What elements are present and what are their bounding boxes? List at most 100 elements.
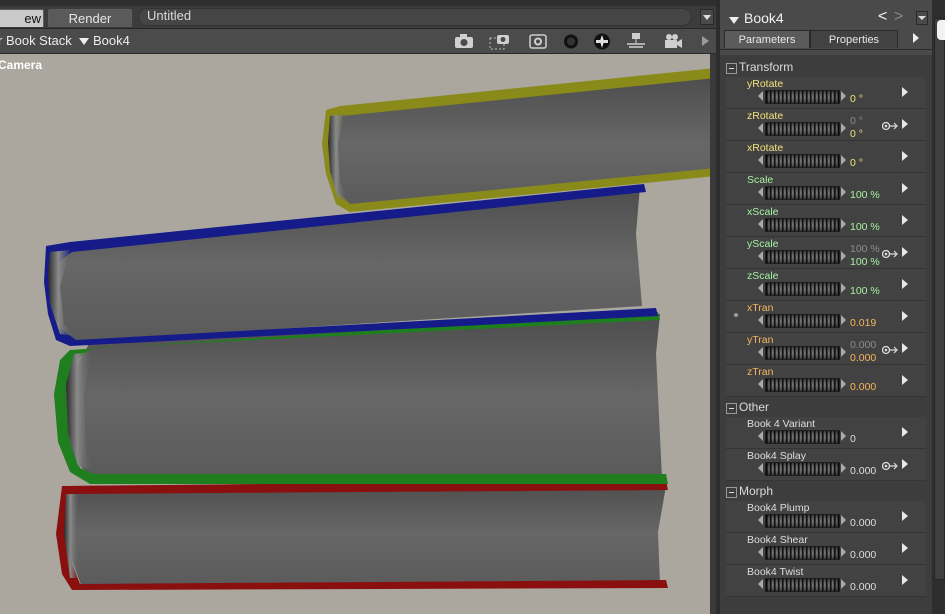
next-object-icon[interactable]: > [894,8,903,26]
play-arrow-icon[interactable] [694,32,709,50]
param-menu-arrow-icon[interactable] [902,119,908,129]
param-dial[interactable] [765,346,840,360]
decrement-arrow-icon[interactable] [758,379,763,389]
decrement-arrow-icon[interactable] [758,123,763,133]
tab-scroll-arrow-icon[interactable] [913,33,919,43]
param-menu-arrow-icon[interactable] [902,427,908,437]
param-dial[interactable] [765,546,840,560]
param-dial[interactable] [765,122,840,136]
render-sphere-icon[interactable] [560,32,582,50]
book-1-red[interactable] [56,480,668,590]
panel-scrollbar-thumb[interactable] [934,18,945,580]
decrement-arrow-icon[interactable] [758,431,763,441]
increment-arrow-icon[interactable] [841,547,846,557]
param-value[interactable]: 0.000 [850,352,876,364]
decrement-arrow-icon[interactable] [758,187,763,197]
param-dial[interactable] [765,578,840,592]
3d-viewport[interactable]: Camera [0,54,716,614]
param-menu-arrow-icon[interactable] [902,311,908,321]
camera-dolly-icon[interactable] [625,32,647,50]
collapse-triangle-icon[interactable] [729,17,739,24]
param-dial[interactable] [765,282,840,296]
param-dial[interactable] [765,218,840,232]
tab-render[interactable]: Render [48,9,132,27]
param-value[interactable]: 100 % [850,285,880,297]
increment-arrow-icon[interactable] [841,155,846,165]
panel-title[interactable]: Book4 [744,10,784,26]
param-value[interactable]: 0 [850,433,856,445]
param-value[interactable]: 0.019 [850,317,876,329]
param-menu-arrow-icon[interactable] [902,511,908,521]
param-value[interactable]: 0.000 [850,549,876,561]
param-dial[interactable] [765,250,840,264]
param-dial[interactable] [765,430,840,444]
increment-arrow-icon[interactable] [841,91,846,101]
camera-select-icon[interactable] [489,32,511,50]
param-value[interactable]: 0.000 [850,465,876,477]
increment-arrow-icon[interactable] [841,463,846,473]
increment-arrow-icon[interactable] [841,431,846,441]
increment-arrow-icon[interactable] [841,283,846,293]
param-menu-arrow-icon[interactable] [902,375,908,385]
decrement-arrow-icon[interactable] [758,219,763,229]
param-value[interactable]: 100 % [850,221,880,233]
dependency-link-icon[interactable] [882,249,900,259]
decrement-arrow-icon[interactable] [758,91,763,101]
param-value[interactable]: 0 ° [850,157,863,169]
side-panel-edge[interactable] [937,20,945,40]
increment-arrow-icon[interactable] [841,123,846,133]
scene-selector[interactable]: r Book Stack [0,32,72,50]
param-menu-arrow-icon[interactable] [902,543,908,553]
param-menu-arrow-icon[interactable] [902,343,908,353]
previous-object-icon[interactable]: < [878,8,887,26]
group-transform[interactable]: Transform [720,59,932,77]
movie-camera-icon[interactable] [662,32,684,50]
param-value[interactable]: 0.000 [850,517,876,529]
group-other[interactable]: Other [720,399,932,417]
camera-lens-icon[interactable] [527,32,549,50]
collapse-icon[interactable] [726,403,737,414]
param-dial[interactable] [765,186,840,200]
param-value[interactable]: 100 % [850,256,880,268]
camera-icon[interactable] [453,32,475,50]
viewport-menu-button[interactable] [700,9,714,25]
param-value[interactable]: 0.000 [850,381,876,393]
tab-parameters[interactable]: Parameters [724,30,810,48]
param-dial[interactable] [765,154,840,168]
increment-arrow-icon[interactable] [841,315,846,325]
decrement-arrow-icon[interactable] [758,515,763,525]
tab-preview[interactable]: ew [0,9,44,27]
decrement-arrow-icon[interactable] [758,251,763,261]
increment-arrow-icon[interactable] [841,579,846,589]
param-menu-arrow-icon[interactable] [902,87,908,97]
param-dial[interactable] [765,90,840,104]
decrement-arrow-icon[interactable] [758,155,763,165]
increment-arrow-icon[interactable] [841,219,846,229]
book-4-yellow[interactable] [322,68,716,212]
panel-menu-button[interactable] [916,11,928,25]
collapse-icon[interactable] [726,63,737,74]
increment-arrow-icon[interactable] [841,515,846,525]
decrement-arrow-icon[interactable] [758,463,763,473]
param-dial[interactable] [765,514,840,528]
param-menu-arrow-icon[interactable] [902,247,908,257]
dependency-link-icon[interactable] [882,121,900,131]
tab-properties[interactable]: Properties [810,30,898,48]
increment-arrow-icon[interactable] [841,251,846,261]
object-selector[interactable]: Book4 [78,32,130,50]
increment-arrow-icon[interactable] [841,187,846,197]
param-dial[interactable] [765,314,840,328]
param-menu-arrow-icon[interactable] [902,279,908,289]
param-menu-arrow-icon[interactable] [902,215,908,225]
param-value[interactable]: 100 % [850,189,880,201]
lighting-sphere-icon[interactable] [591,32,613,50]
decrement-arrow-icon[interactable] [758,283,763,293]
dependency-link-icon[interactable] [882,345,900,355]
dependency-link-icon[interactable] [882,461,900,471]
decrement-arrow-icon[interactable] [758,315,763,325]
param-menu-arrow-icon[interactable] [902,151,908,161]
decrement-arrow-icon[interactable] [758,547,763,557]
group-morph[interactable]: Morph [720,483,932,501]
param-menu-arrow-icon[interactable] [902,459,908,469]
param-value[interactable]: 0.000 [850,581,876,593]
